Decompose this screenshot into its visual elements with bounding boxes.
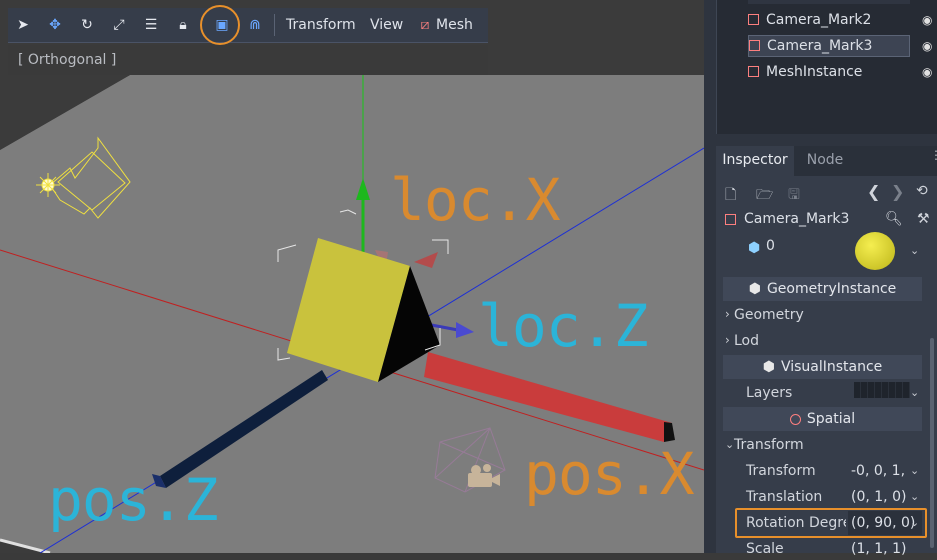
menu-mesh[interactable]: Mesh: [436, 16, 473, 34]
scene-item-meshinstance[interactable]: MeshInstance: [748, 61, 910, 83]
group-lod[interactable]: Lod: [734, 330, 759, 352]
spatial-icon: [789, 413, 801, 425]
search-icon[interactable]: 🔍︎: [885, 211, 903, 227]
visibility-eye-icon[interactable]: ◉: [922, 39, 936, 53]
rotate-icon[interactable]: ↻: [78, 16, 96, 34]
prop-scale-label: Scale: [746, 541, 784, 557]
group-transform[interactable]: Transform: [734, 434, 804, 456]
prop-transform-value[interactable]: -0, 0, 1,: [851, 460, 905, 482]
annotation-loc-z: loc.Z: [478, 292, 649, 360]
rotation-highlight: [735, 508, 927, 538]
highlight-circle: [200, 5, 240, 45]
annotation-loc-x: loc.X: [390, 166, 561, 234]
tab-inspector[interactable]: Inspector: [716, 146, 794, 176]
scene-item-label: MeshInstance: [766, 64, 863, 80]
toolbar-separator: [274, 14, 275, 36]
scene-item-camera-mark3[interactable]: Camera_Mark3: [748, 35, 910, 57]
layers-grid[interactable]: [854, 382, 910, 398]
object-history-icon[interactable]: ⟲: [916, 183, 928, 199]
mesh-node-icon: [748, 66, 759, 77]
section-title: VisualInstance: [780, 359, 883, 375]
section-spatial: Spatial: [723, 407, 922, 431]
list-select-icon[interactable]: ☰: [142, 16, 160, 34]
scale-icon[interactable]: ⤢: [110, 16, 128, 34]
prop-translation-value[interactable]: (0, 1, 0): [851, 486, 906, 508]
visibility-eye-icon[interactable]: ◉: [922, 65, 936, 79]
visibility-eye-icon[interactable]: ◉: [922, 13, 936, 27]
annotation-pos-z: pos.Z: [48, 466, 219, 534]
material-cube-icon: ⬢: [748, 240, 761, 256]
menu-view[interactable]: View: [370, 16, 403, 34]
material-preview[interactable]: [855, 232, 895, 270]
3d-viewport[interactable]: ➤ ✥ ↻ ⤢ ☰ 🔒︎ ▣ ⋒ Transform View ⧄ Mesh […: [0, 0, 704, 553]
viewport-mode-label[interactable]: [ Orthogonal ]: [18, 52, 116, 68]
history-forward-icon[interactable]: ❯: [891, 182, 904, 201]
chevron-down-icon[interactable]: ⌄: [910, 244, 919, 257]
scene-item-label: Camera_Mark2: [766, 12, 872, 28]
scene-item-camera-mark2[interactable]: Camera_Mark2: [748, 9, 910, 31]
chevron-right-icon: ›: [725, 333, 730, 347]
snap-icon[interactable]: ⋒: [246, 16, 264, 34]
group-geometry[interactable]: Geometry: [734, 304, 804, 326]
inspected-node-name: Camera_Mark3: [744, 211, 850, 227]
lock-icon[interactable]: 🔒︎: [174, 16, 192, 34]
tab-menu-icon[interactable]: ⋮: [930, 149, 937, 161]
select-icon[interactable]: ➤: [14, 16, 32, 34]
spatial-node-icon: [748, 14, 759, 25]
scene-tree-clipped-row: [748, 0, 910, 4]
viewport-toolbar: ➤ ✥ ↻ ⤢ ☰ 🔒︎ ▣ ⋒ Transform View ⧄ Mesh: [8, 8, 488, 43]
cube-icon: ⬢: [748, 281, 761, 297]
chevron-down-icon[interactable]: ⌄: [910, 490, 919, 503]
history-back-icon[interactable]: ❮: [867, 182, 880, 201]
annotation-pos-x: pos.X: [524, 440, 695, 508]
prop-scale-value[interactable]: (1, 1, 1): [851, 538, 906, 560]
spatial-node-icon: [725, 214, 736, 225]
spatial-node-icon: [749, 40, 760, 51]
menu-transform[interactable]: Transform: [286, 16, 356, 34]
save-icon[interactable]: 🖫︎: [788, 184, 800, 208]
chevron-right-icon: ›: [725, 307, 730, 321]
chevron-down-icon[interactable]: ⌄: [910, 464, 919, 477]
scene-item-label: Camera_Mark3: [767, 38, 873, 54]
section-visualinstance: ⬢ VisualInstance: [723, 355, 922, 379]
chevron-down-icon: ⌄: [725, 438, 735, 451]
chevron-down-icon[interactable]: ⌄: [910, 386, 919, 399]
inspector-scrollbar[interactable]: [930, 338, 934, 548]
prop-layers-label: Layers: [746, 385, 793, 401]
tools-icon[interactable]: ⚒: [917, 211, 930, 227]
section-geometryinstance: ⬢ GeometryInstance: [723, 277, 922, 301]
prop-transform-label: Transform: [746, 463, 816, 479]
open-folder-icon[interactable]: 🗁︎: [756, 184, 773, 208]
tab-node[interactable]: Node: [800, 146, 850, 176]
mesh-icon: ⧄: [420, 17, 430, 33]
material-index: 0: [766, 238, 775, 254]
section-title: GeometryInstance: [766, 281, 897, 297]
cube-icon: ⬢: [762, 359, 775, 375]
section-title: Spatial: [806, 411, 856, 427]
prop-translation-label: Translation: [746, 489, 823, 505]
new-resource-icon[interactable]: 🗋︎: [725, 184, 736, 208]
move-icon[interactable]: ✥: [46, 16, 64, 34]
